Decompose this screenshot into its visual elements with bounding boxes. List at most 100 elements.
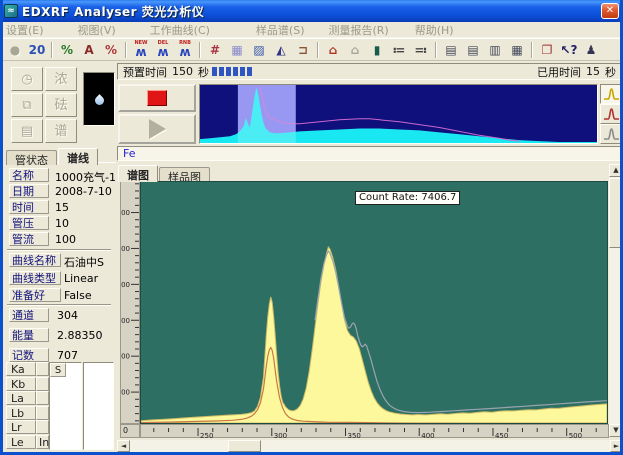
preset-time-icon[interactable]: 20 xyxy=(26,40,48,59)
database-icon[interactable]: ▮ xyxy=(366,40,388,59)
element-input[interactable]: Fe xyxy=(117,146,623,161)
tab-chart-1[interactable]: 样品图 xyxy=(159,167,210,182)
info-field: 时间 15 xyxy=(9,200,115,216)
peak-yellow-button[interactable] xyxy=(600,84,623,104)
user-icon-glyph: ♟ xyxy=(586,44,597,56)
line-row-label: Ka xyxy=(6,362,36,376)
home-icon-glyph: ⌂ xyxy=(329,44,338,56)
info-field-label: 名称 xyxy=(9,168,49,182)
info-field: 准备好False xyxy=(9,288,115,306)
paste-button-icon: ⧉ xyxy=(22,98,31,113)
region-select-icon-glyph: ▦ xyxy=(231,44,242,56)
list-detail-icon[interactable]: ≔ xyxy=(388,40,410,59)
elapsed-time-label: 已用时间 xyxy=(537,64,581,80)
info-field-label: 准备好 xyxy=(9,288,61,302)
weight-button-icon: 砝 xyxy=(54,98,67,113)
h-scrollbar-thumb[interactable] xyxy=(228,440,261,452)
preset-time-label: 预置时间 xyxy=(123,64,167,80)
stop-icon xyxy=(147,90,167,106)
home-disabled-icon[interactable]: ⌂ xyxy=(344,40,366,59)
chart-view-icon[interactable]: ▨ xyxy=(248,40,270,59)
info-field-value: 2008-7-10 xyxy=(55,185,112,198)
divider xyxy=(7,304,111,306)
h-scrollbar-track[interactable] xyxy=(117,440,623,452)
menu-item-5[interactable]: 帮助(H) xyxy=(409,21,460,39)
ratio-percent-icon[interactable]: % xyxy=(100,40,122,59)
scroll-down-button[interactable]: ▼ xyxy=(609,424,623,437)
left-tab-strip: 管状态谱线 xyxy=(6,146,116,163)
toolbar-group: %A% xyxy=(56,40,122,59)
home-icon[interactable]: ⌂ xyxy=(322,40,344,59)
menu-item-1[interactable]: 视图(V) xyxy=(72,21,122,39)
info-field-label: 管流 xyxy=(9,232,49,246)
info-field-label: 能量 xyxy=(9,328,49,342)
print-icon-glyph: ▤ xyxy=(445,44,456,56)
stop-button[interactable] xyxy=(118,84,196,112)
toolbar-group: NEWʍDELʍRNBʍ xyxy=(130,40,196,59)
print-icon[interactable]: ▤ xyxy=(440,40,462,59)
print-setup-icon[interactable]: ▤ xyxy=(462,40,484,59)
expand-region-icon[interactable]: ⊐ xyxy=(292,40,314,59)
divider xyxy=(7,249,111,251)
tab-left-0[interactable]: 管状态 xyxy=(6,150,57,165)
calibrate-grid-icon[interactable]: # xyxy=(204,40,226,59)
help-book-icon[interactable]: ❐ xyxy=(536,40,558,59)
peak-triangle-icon[interactable]: ◭ xyxy=(270,40,292,59)
info-field-label: 通道 xyxy=(9,308,49,322)
info-field-value: False xyxy=(64,289,92,302)
menu-item-3[interactable]: 样品谱(S) xyxy=(250,21,311,39)
acquisition-time-bar: 预置时间 150 秒 已用时间 15 秒 xyxy=(117,63,622,80)
tab-left-1[interactable]: 谱线 xyxy=(58,148,98,165)
x-axis-ruler: 250300350400450500 xyxy=(140,424,609,438)
info-field-value: 707 xyxy=(57,349,78,362)
menu-item-0[interactable]: 设置(E) xyxy=(0,21,50,39)
element-analyze-icon[interactable]: A xyxy=(78,40,100,59)
start-button[interactable] xyxy=(118,114,196,144)
preset-time-value: 150 xyxy=(172,65,193,78)
spectrum-chart[interactable] xyxy=(140,181,608,424)
region-select-icon[interactable]: ▦ xyxy=(226,40,248,59)
v-scrollbar-thumb[interactable] xyxy=(609,178,623,248)
peak-red-button[interactable] xyxy=(600,104,623,124)
delete-spectrum-icon[interactable]: DELʍ xyxy=(152,40,174,59)
svg-text:300: 300 xyxy=(274,432,287,440)
print-preview-icon[interactable]: ▥ xyxy=(484,40,506,59)
info-field: 通道304 xyxy=(9,308,115,328)
value-list[interactable] xyxy=(83,362,114,450)
svg-text:350: 350 xyxy=(348,432,361,440)
menu-item-2[interactable]: 工作曲线(C) xyxy=(144,21,216,39)
element-list-header: S xyxy=(50,363,66,377)
scroll-left-button[interactable]: ◄ xyxy=(117,440,130,452)
svg-text:1200: 1200 xyxy=(121,209,130,217)
concentration-percent-icon[interactable]: % xyxy=(56,40,78,59)
context-help-icon[interactable]: ↖? xyxy=(558,40,580,59)
print-preview-icon-glyph: ▥ xyxy=(489,44,500,56)
scroll-up-button[interactable]: ▲ xyxy=(609,164,623,177)
info-field-label: 时间 xyxy=(9,200,49,214)
calculator-icon[interactable]: ▦ xyxy=(506,40,528,59)
calculator-icon-glyph: ▦ xyxy=(511,44,522,56)
info-field-value: 石油中S xyxy=(64,254,104,270)
print-setup-icon-glyph: ▤ xyxy=(467,44,478,56)
home-disabled-icon-glyph: ⌂ xyxy=(351,44,360,56)
menu-item-4[interactable]: 测量报告(R) xyxy=(323,21,395,39)
peak-yellow-icon xyxy=(603,88,620,100)
new-spectrum-icon[interactable]: NEWʍ xyxy=(130,40,152,59)
spectrum-lines-button: 谱 xyxy=(45,119,77,143)
scroll-right-button[interactable]: ► xyxy=(610,440,623,452)
tab-chart-0[interactable]: 谱图 xyxy=(118,165,158,182)
progress-block xyxy=(247,67,252,76)
svg-text:200: 200 xyxy=(121,389,130,397)
line-row-value xyxy=(36,420,49,434)
peak-gray-button[interactable] xyxy=(600,124,623,144)
user-icon[interactable]: ♟ xyxy=(580,40,602,59)
close-button[interactable]: ✕ xyxy=(601,3,619,19)
preview-spectrum-canvas xyxy=(200,85,597,143)
progress-block xyxy=(219,67,224,76)
info-field-value: 15 xyxy=(55,201,69,214)
context-help-icon-glyph: ↖? xyxy=(560,44,577,56)
rename-spectrum-icon[interactable]: RNBʍ xyxy=(174,40,196,59)
line-row-value: In xyxy=(36,435,49,449)
weight-button: 砝 xyxy=(45,93,77,117)
list-compare-icon[interactable]: ≕ xyxy=(410,40,432,59)
